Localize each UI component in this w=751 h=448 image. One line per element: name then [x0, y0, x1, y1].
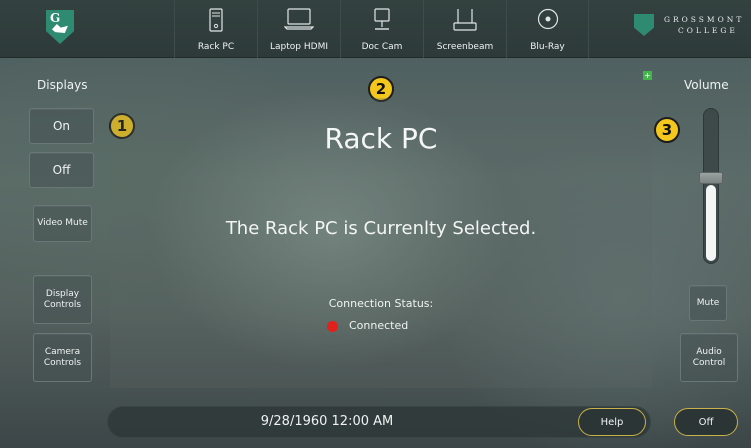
pc-tower-icon: [209, 8, 223, 32]
college-shield-logo: G: [46, 10, 74, 44]
volume-label: Volume: [684, 78, 729, 92]
audio-control-button[interactable]: Audio Control: [680, 333, 738, 382]
tab-label: Rack PC: [197, 42, 235, 52]
tab-label: Laptop HDMI: [270, 42, 328, 52]
logo-letter: G: [50, 11, 61, 25]
system-off-button[interactable]: Off: [674, 408, 738, 436]
callout-badge-3: 3: [654, 117, 680, 143]
volume-slider-fill: [706, 185, 716, 261]
tab-label: Blu-Ray: [530, 42, 565, 52]
tab-blu-ray[interactable]: Blu-Ray: [506, 0, 589, 58]
top-bar: G Rack PC Laptop HDMI Doc Cam Screenbeam…: [0, 0, 751, 58]
tab-rack-pc[interactable]: Rack PC: [174, 0, 257, 58]
connection-status-label: Connection Status:: [328, 297, 434, 310]
display-on-button[interactable]: On: [29, 108, 94, 144]
tab-doc-cam[interactable]: Doc Cam: [340, 0, 423, 58]
connection-status-dot: [327, 321, 338, 332]
disc-icon: [537, 8, 558, 30]
source-title: Rack PC: [324, 122, 438, 155]
document-camera-icon: [374, 8, 390, 30]
college-shield-icon: [634, 14, 654, 36]
dragon-icon: [52, 24, 68, 33]
display-controls-button[interactable]: Display Controls: [33, 275, 92, 324]
college-name-line2: COLLEGE: [678, 26, 738, 35]
video-mute-button[interactable]: Video Mute: [33, 205, 92, 242]
volume-slider-thumb[interactable]: [699, 172, 723, 184]
mute-button[interactable]: Mute: [689, 285, 727, 321]
college-logo: GROSSMONT COLLEGE: [634, 12, 744, 44]
college-name-line1: GROSSMONT: [664, 15, 745, 24]
selected-message: The Rack PC is Currenlty Selected.: [225, 218, 537, 239]
tab-label: Screenbeam: [436, 42, 494, 52]
tab-screenbeam[interactable]: Screenbeam: [423, 0, 506, 58]
help-button[interactable]: Help: [578, 408, 646, 436]
expand-plus-icon[interactable]: +: [643, 71, 652, 80]
source-tabs: Rack PC Laptop HDMI Doc Cam Screenbeam B…: [174, 0, 589, 58]
display-off-button[interactable]: Off: [29, 152, 94, 188]
displays-label: Displays: [37, 78, 88, 92]
tab-laptop-hdmi[interactable]: Laptop HDMI: [257, 0, 340, 58]
connection-status-value: Connected: [349, 319, 409, 332]
wireless-receiver-icon: [453, 9, 477, 31]
camera-controls-button[interactable]: Camera Controls: [33, 333, 92, 382]
datetime-display: 9/28/1960 12:00 AM: [260, 414, 394, 429]
tab-label: Doc Cam: [361, 42, 403, 52]
laptop-icon: [284, 8, 314, 30]
volume-slider[interactable]: [703, 108, 719, 264]
